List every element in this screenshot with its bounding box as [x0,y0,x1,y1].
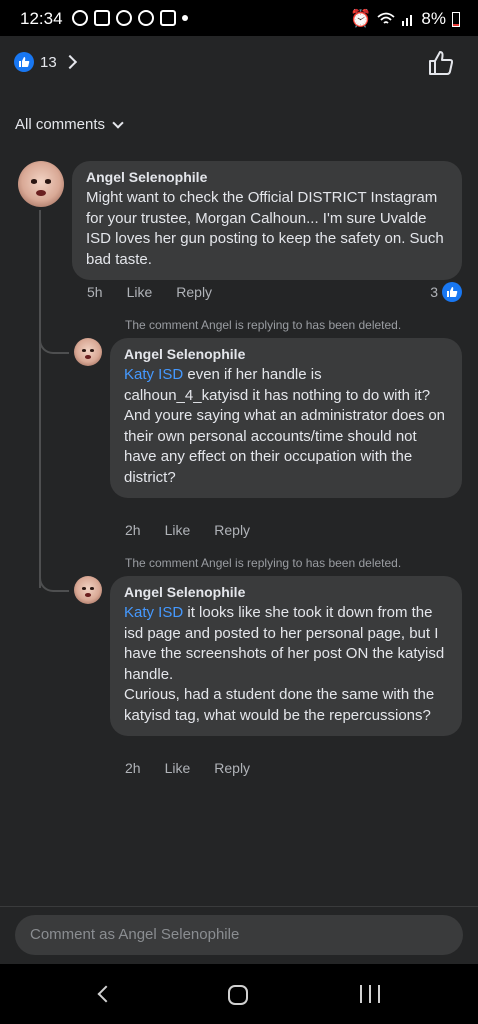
reply-bubble[interactable]: Angel Selenophile Katy ISD even if her h… [110,338,462,498]
reply-text: Katy ISD it looks like she took it down … [124,603,448,726]
like-reaction-icon [442,282,462,302]
comment-like-button[interactable]: Like [127,284,153,300]
alarm-icon: ⏰ [350,9,372,28]
avatar[interactable] [18,161,64,207]
recent-apps-icon[interactable] [360,985,380,1003]
mention-link[interactable]: Katy ISD [124,604,183,621]
reaction-count: 13 [40,53,57,71]
gallery-icon [160,10,176,26]
reply-reply-button[interactable]: Reply [214,522,250,538]
signal-icon [402,15,413,26]
comment-text: Might want to check the Official DISTRIC… [86,189,444,268]
comment-filter-label: All comments [15,116,106,133]
comments-screen: 13 All comments Angel Selenophile Might … [0,36,478,964]
wifi-icon [377,12,396,24]
comment-reaction-count[interactable]: 3 [430,282,462,302]
comment-like-count: 3 [430,284,438,300]
thread-line [39,210,41,588]
mention-link[interactable]: Katy ISD [124,366,183,383]
back-icon[interactable] [97,985,115,1003]
chevron-right-icon [62,54,77,70]
thumbs-up-icon [429,51,454,75]
status-time: 12:34 [20,9,63,28]
comment-filter-dropdown[interactable]: All comments [15,116,124,133]
battery-icon [452,11,460,27]
comment-composer-bar: Comment as Angel Selenophile [0,906,478,964]
reply-body: even if her handle is calhoun_4_katyisd … [124,366,446,486]
reply-actions: 2h Like Reply [125,522,274,538]
thread-connector [39,334,69,354]
comment-author[interactable]: Angel Selenophile [86,169,448,185]
messenger-icon [72,10,88,26]
reply-time: 2h [125,760,141,776]
avatar[interactable] [74,338,102,366]
reply-text: Katy ISD even if her handle is calhoun_4… [124,365,448,488]
reply-time: 2h [125,522,141,538]
comment-time: 5h [87,284,103,300]
system-icons: ⏰ 8% [350,9,460,29]
thread-connector [39,572,69,592]
battery-percent: 8% [421,9,446,28]
reply-bubble[interactable]: Angel Selenophile Katy ISD it looks like… [110,576,462,736]
deleted-comment-notice: The comment Angel is replying to has bee… [125,318,402,332]
reply-like-button[interactable]: Like [165,760,191,776]
cloud-icon [138,10,154,26]
like-reaction-icon [14,52,34,72]
system-nav-bar [0,964,478,1024]
reply-body: it looks like she took it down from the … [124,604,445,724]
comment-bubble[interactable]: Angel Selenophile Might want to check th… [72,161,462,280]
comment-input[interactable]: Comment as Angel Selenophile [15,915,463,955]
reaction-summary[interactable]: 13 [14,52,77,72]
reply-reply-button[interactable]: Reply [214,760,250,776]
chevron-down-icon [112,116,124,129]
more-dot-icon [182,15,188,21]
reply-author[interactable]: Angel Selenophile [124,584,448,600]
whatsapp-icon [116,10,132,26]
comment-reply-button[interactable]: Reply [176,284,212,300]
status-bar: 12:34 ⏰ 8% [0,0,478,36]
comment-actions: 5h Like Reply [87,284,236,300]
deleted-comment-notice: The comment Angel is replying to has bee… [125,556,402,570]
like-button[interactable] [428,50,454,81]
notification-icons [72,10,188,26]
avatar[interactable] [74,576,102,604]
reply-author[interactable]: Angel Selenophile [124,346,448,362]
reply-like-button[interactable]: Like [165,522,191,538]
reply-actions: 2h Like Reply [125,760,274,776]
home-icon[interactable] [228,985,248,1005]
alert-icon [94,10,110,26]
